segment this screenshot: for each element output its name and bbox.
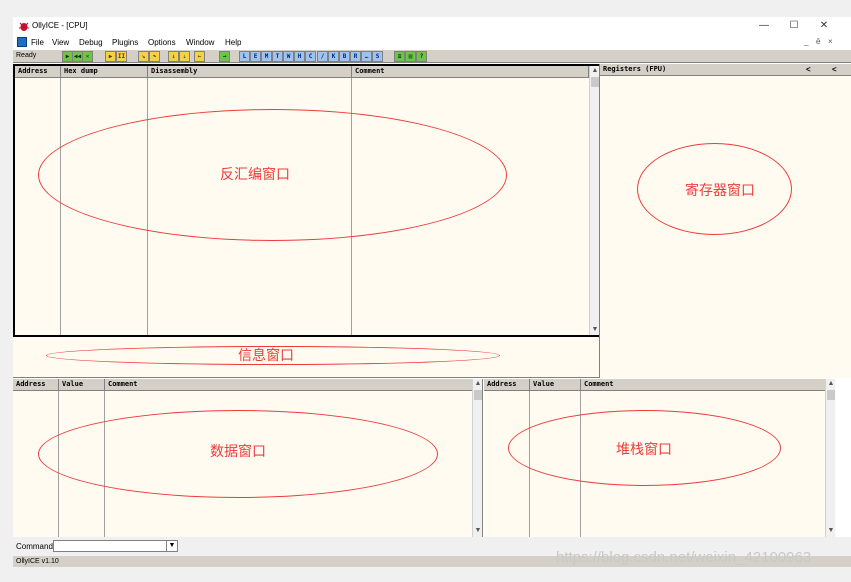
step-into-icon[interactable]: ↘ <box>138 51 149 62</box>
mdi-close-button[interactable]: × <box>828 37 833 46</box>
menu-debug[interactable]: Debug <box>79 38 103 47</box>
dump-header-address[interactable]: Address <box>13 379 59 391</box>
handles-window-icon[interactable]: H <box>294 51 305 62</box>
mdi-document-icon[interactable] <box>17 37 27 47</box>
references-window-icon[interactable]: R <box>350 51 361 62</box>
scroll-up-icon[interactable]: ▲ <box>826 379 836 389</box>
menu-file[interactable]: File <box>31 38 44 47</box>
menu-plugins[interactable]: Plugins <box>112 38 138 47</box>
source-window-icon[interactable]: S <box>372 51 383 62</box>
command-label: Command <box>16 542 53 551</box>
dump-header-comment[interactable]: Comment <box>105 379 473 391</box>
pause-icon[interactable]: II <box>116 51 127 62</box>
registers-header: Registers (FPU) <box>600 64 851 76</box>
mdi-minimize-button[interactable]: _ <box>804 37 808 46</box>
column-divider <box>60 78 61 335</box>
scroll-thumb[interactable] <box>827 390 835 400</box>
registers-prev-button[interactable]: < <box>806 65 811 74</box>
scroll-up-icon[interactable]: ▲ <box>473 379 483 389</box>
annotation-label-registers: 寄存器窗口 <box>685 182 755 198</box>
run-icon[interactable]: ▶ <box>105 51 116 62</box>
step-over-icon[interactable]: ↷ <box>149 51 160 62</box>
registers-next-button[interactable]: < <box>832 65 837 74</box>
run-trace-window-icon[interactable]: … <box>361 51 372 62</box>
column-header-comment[interactable]: Comment <box>352 66 589 78</box>
stack-scrollbar[interactable]: ▲ ▼ <box>825 379 835 537</box>
status-ready: Ready <box>16 52 37 59</box>
scroll-thumb[interactable] <box>474 390 482 400</box>
scroll-thumb[interactable] <box>591 77 599 87</box>
column-header-hex-dump[interactable]: Hex dump <box>61 66 148 78</box>
dump-scrollbar[interactable]: ▲ ▼ <box>472 379 482 537</box>
menu-options[interactable]: Options <box>148 38 176 47</box>
close-icon[interactable]: ✕ <box>82 51 93 62</box>
chevron-down-icon[interactable]: ▼ <box>166 541 177 551</box>
windows-window-icon[interactable]: W <box>283 51 294 62</box>
menu-bar: File View Debug Plugins Options Window H… <box>13 36 851 49</box>
toolbar: Ready ▶ ◀◀ ✕ ▶ II ↘ ↷ ↓ ⇣ ← → L E M T W H C / K B R… S ≡ ▤? <box>13 49 851 63</box>
modules-window-icon[interactable]: E <box>250 51 261 62</box>
mdi-restore-button[interactable]: ē <box>816 37 820 46</box>
dump-header-value[interactable]: Value <box>59 379 105 391</box>
execute-till-return-icon[interactable]: ← <box>194 51 205 62</box>
annotation-label-disassembly: 反汇编窗口 <box>220 166 290 182</box>
column-header-address[interactable]: Address <box>15 66 61 78</box>
menu-help[interactable]: Help <box>225 38 241 47</box>
ollyice-bug-icon <box>19 22 29 31</box>
menu-view[interactable]: View <box>52 38 69 47</box>
title-bar[interactable]: OllyICE - [CPU] — ☐ ✕ <box>13 17 851 36</box>
help-icon[interactable]: ? <box>416 51 427 62</box>
annotation-label-info: 信息窗口 <box>238 347 294 363</box>
close-button[interactable]: ✕ <box>814 19 834 33</box>
column-header-disassembly[interactable]: Disassembly <box>148 66 352 78</box>
cpu-window-icon[interactable]: C <box>305 51 316 62</box>
minimize-button[interactable]: — <box>754 19 774 33</box>
maximize-button[interactable]: ☐ <box>784 19 804 33</box>
patches-window-icon[interactable]: / <box>317 51 328 62</box>
scroll-down-icon[interactable]: ▼ <box>826 526 836 536</box>
command-input[interactable]: ▼ <box>53 540 178 552</box>
stack-header-comment[interactable]: Comment <box>581 379 826 391</box>
watermark-text: https://blog.csdn.net/weixin_42100963 <box>556 549 812 566</box>
scroll-down-icon[interactable]: ▼ <box>473 526 483 536</box>
trace-over-icon[interactable]: ⇣ <box>179 51 190 62</box>
call-stack-window-icon[interactable]: K <box>328 51 339 62</box>
stack-header-value[interactable]: Value <box>530 379 581 391</box>
menu-window[interactable]: Window <box>186 38 214 47</box>
stack-header-address[interactable]: Address <box>484 379 530 391</box>
disassembly-scrollbar[interactable]: ▲ ▼ <box>589 66 599 335</box>
window-title: OllyICE - [CPU] <box>32 21 88 30</box>
options-icon[interactable]: ≡ <box>394 51 405 62</box>
annotation-label-stack: 堆栈窗口 <box>616 441 672 457</box>
annotation-label-dump: 数据窗口 <box>210 443 266 459</box>
appearance-icon[interactable]: ▤ <box>405 51 416 62</box>
log-window-icon[interactable]: L <box>239 51 250 62</box>
memory-window-icon[interactable]: M <box>261 51 272 62</box>
threads-window-icon[interactable]: T <box>272 51 283 62</box>
go-to-icon[interactable]: → <box>219 51 230 62</box>
breakpoints-window-icon[interactable]: B <box>339 51 350 62</box>
trace-into-icon[interactable]: ↓ <box>168 51 179 62</box>
